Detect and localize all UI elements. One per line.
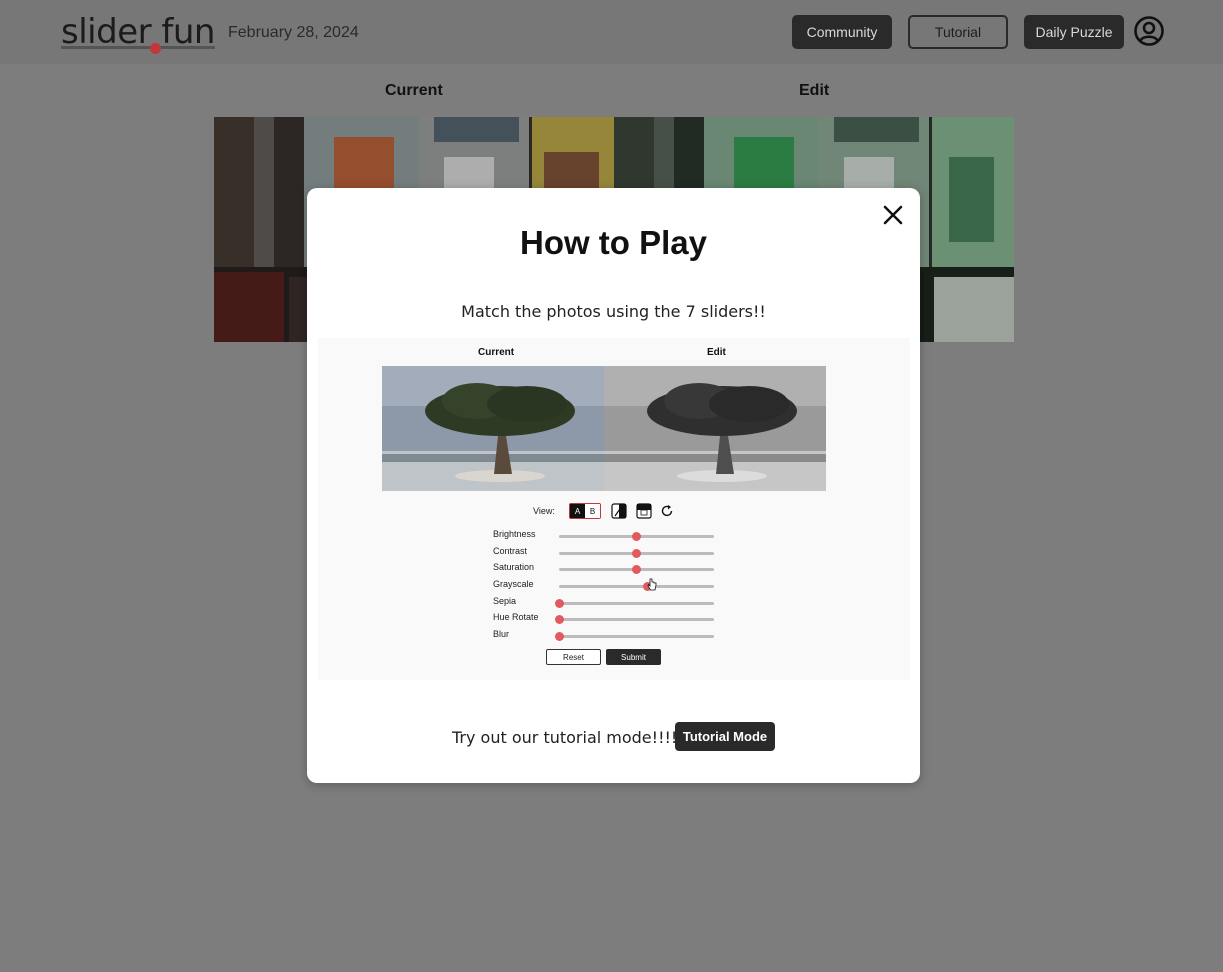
demo-slider-track bbox=[559, 585, 714, 588]
modal-subtitle: Match the photos using the 7 sliders!! bbox=[461, 302, 766, 321]
demo-slider-thumb bbox=[554, 615, 564, 624]
header-bar: slider fun February 28, 2024 Community T… bbox=[0, 0, 1223, 64]
demo-view-b: B bbox=[585, 504, 600, 518]
tutorial-demo-image: Current Edit View: A B Brightness Contra… bbox=[318, 338, 910, 680]
modal-title: How to Play bbox=[519, 224, 708, 261]
demo-slider-thumb bbox=[554, 632, 564, 641]
demo-reset-button: Reset bbox=[546, 649, 601, 665]
demo-slider-name: Saturation bbox=[493, 562, 535, 572]
demo-slider-row: Blur bbox=[493, 629, 723, 643]
demo-slider-thumb bbox=[632, 532, 641, 541]
demo-slider-row: Saturation bbox=[493, 562, 723, 576]
cursor-hand-icon bbox=[647, 578, 657, 591]
demo-slider-name: Grayscale bbox=[493, 579, 534, 589]
refresh-icon bbox=[661, 505, 673, 517]
demo-slider-name: Contrast bbox=[493, 546, 528, 556]
tutorial-mode-button[interactable]: Tutorial Mode bbox=[675, 722, 775, 751]
demo-slider-thumb bbox=[554, 599, 564, 608]
community-button[interactable]: Community bbox=[792, 15, 892, 49]
demo-slider-row: Sepia bbox=[493, 596, 723, 610]
demo-slider-thumb bbox=[632, 565, 641, 574]
demo-slider-row: Contrast bbox=[493, 546, 723, 560]
puzzle-date: February 28, 2024 bbox=[228, 24, 359, 41]
demo-edit-photo bbox=[604, 366, 826, 491]
demo-slider-track bbox=[559, 602, 714, 605]
demo-view-label: View: bbox=[533, 506, 555, 516]
split-view-icon bbox=[611, 503, 627, 519]
tutorial-button[interactable]: Tutorial bbox=[908, 15, 1008, 49]
overlay-view-icon bbox=[636, 503, 652, 519]
demo-slider-name: Hue Rotate bbox=[493, 612, 539, 622]
daily-puzzle-button[interactable]: Daily Puzzle bbox=[1024, 15, 1124, 49]
demo-slider-row: Hue Rotate bbox=[493, 612, 723, 626]
demo-slider-row: Grayscale bbox=[493, 579, 723, 593]
logo-dot bbox=[150, 43, 161, 54]
logo-underline bbox=[61, 46, 215, 49]
demo-view-row: View: A B bbox=[318, 503, 910, 521]
demo-slider-name: Brightness bbox=[493, 529, 536, 539]
demo-slider-track bbox=[559, 635, 714, 638]
demo-slider-name: Blur bbox=[493, 629, 510, 639]
demo-submit-button: Submit bbox=[606, 649, 661, 665]
demo-slider-thumb bbox=[632, 549, 641, 558]
tutorial-prompt: Try out our tutorial mode!!!! -> bbox=[452, 728, 702, 747]
current-label: Current bbox=[385, 82, 443, 99]
demo-slider-name: Sepia bbox=[493, 596, 517, 606]
demo-view-ab-toggle: A B bbox=[569, 503, 601, 519]
demo-slider-row: Brightness bbox=[493, 529, 723, 543]
how-to-play-modal: How to Play Match the photos using the 7… bbox=[307, 188, 920, 783]
demo-slider-track bbox=[559, 618, 714, 621]
user-circle-icon[interactable] bbox=[1133, 15, 1165, 47]
edit-label: Edit bbox=[799, 82, 830, 99]
demo-view-a: A bbox=[570, 504, 585, 518]
demo-edit-label: Edit bbox=[707, 347, 726, 358]
demo-current-label: Current bbox=[478, 347, 515, 358]
demo-current-photo bbox=[382, 366, 604, 491]
